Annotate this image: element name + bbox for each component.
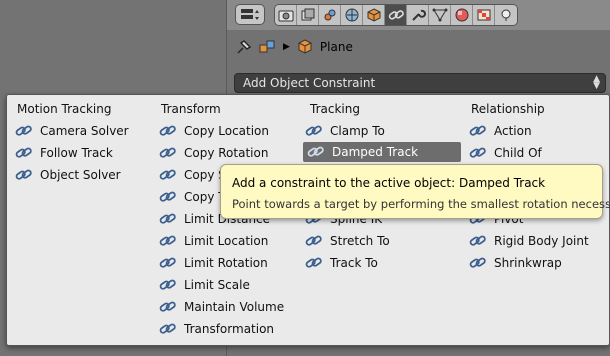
chain-link-icon <box>159 125 176 136</box>
tab-material[interactable] <box>451 5 473 25</box>
chain-link-icon <box>469 125 486 136</box>
layers-icon <box>301 8 314 21</box>
menu-item-shrinkwrap[interactable]: Shrinkwrap <box>469 253 562 273</box>
menu-item-copy-transforms[interactable]: Copy T <box>159 187 226 207</box>
camera-icon <box>278 10 293 22</box>
tooltip-title-value: Damped Track <box>458 176 546 190</box>
tooltip-title-prefix: Add a constraint to the active object: <box>232 176 456 190</box>
menu-item-clamp-to[interactable]: Clamp To <box>305 121 385 141</box>
world-icon <box>345 8 358 22</box>
tab-object[interactable] <box>363 5 385 25</box>
menu-item-damped-track[interactable]: Damped Track <box>303 142 461 162</box>
mesh-data-icon <box>432 8 447 22</box>
chain-link-icon <box>159 279 176 290</box>
tab-scene[interactable] <box>319 5 341 25</box>
column-title-relationship: Relationship <box>471 102 545 116</box>
object-name: Plane <box>319 40 353 54</box>
chain-link-icon <box>15 125 32 136</box>
tab-render-layers[interactable] <box>297 5 319 25</box>
column-title-tracking: Tracking <box>310 102 360 116</box>
pin-icon[interactable] <box>235 39 253 55</box>
cube-icon <box>298 39 312 54</box>
chain-link-icon <box>305 257 322 268</box>
menu-item-limit-rotation[interactable]: Limit Rotation <box>159 253 268 273</box>
properties-header <box>227 0 610 30</box>
chain-link-icon <box>159 147 176 158</box>
chain-link-icon <box>15 169 32 180</box>
menu-item-limit-scale[interactable]: Limit Scale <box>159 275 250 295</box>
context-tabs <box>274 4 518 26</box>
menu-item-copy-rotation[interactable]: Copy Rotation <box>159 143 268 163</box>
chain-link-icon <box>159 213 176 224</box>
constraint-menu: Motion Tracking Camera Solver Follow Tra… <box>6 94 610 346</box>
dropdown-arrows-icon: ▲ ▼ <box>593 74 600 91</box>
texture-icon <box>477 9 490 21</box>
menu-item-copy-scale[interactable]: Copy S <box>159 165 226 185</box>
tab-data[interactable] <box>429 5 451 25</box>
chain-link-icon <box>159 191 176 202</box>
tooltip-description: Point towards a target by performing the… <box>232 197 610 211</box>
chain-link-icon <box>159 235 176 246</box>
chain-link-icon <box>388 10 404 20</box>
context-path: ▶ Plane <box>227 34 610 60</box>
menu-item-action[interactable]: Action <box>469 121 532 141</box>
path-separator-icon: ▶ <box>283 42 290 52</box>
menu-item-object-solver[interactable]: Object Solver <box>15 165 121 185</box>
tab-texture[interactable] <box>473 5 495 25</box>
chain-link-icon <box>469 147 486 158</box>
tooltip-title: Add a constraint to the active object: D… <box>232 176 545 190</box>
cube-icon <box>367 8 380 22</box>
add-constraint-label: Add Object Constraint <box>243 76 376 90</box>
tab-world[interactable] <box>341 5 363 25</box>
chain-link-icon <box>469 257 486 268</box>
editor-type-icon <box>241 8 259 20</box>
chain-link-icon <box>305 235 322 246</box>
chain-link-icon <box>469 235 486 246</box>
menu-item-track-to[interactable]: Track To <box>305 253 378 273</box>
wrench-icon <box>411 9 426 21</box>
menu-item-rigid-body-joint[interactable]: Rigid Body Joint <box>469 231 589 251</box>
menu-item-camera-solver[interactable]: Camera Solver <box>15 121 129 141</box>
editor-type-button[interactable] <box>235 4 265 25</box>
column-title-transform: Transform <box>161 102 221 116</box>
add-object-constraint-button[interactable]: Add Object Constraint ▲ ▼ <box>234 73 606 93</box>
chain-link-icon <box>159 257 176 268</box>
menu-item-stretch-to[interactable]: Stretch To <box>305 231 390 251</box>
object-data-icon <box>259 40 275 53</box>
chain-link-icon <box>159 301 176 312</box>
tooltip: Add a constraint to the active object: D… <box>220 164 610 219</box>
menu-item-transformation[interactable]: Transformation <box>159 319 274 339</box>
menu-item-limit-location[interactable]: Limit Location <box>159 231 268 251</box>
tab-particles[interactable] <box>495 5 517 25</box>
scene-icon <box>324 9 335 21</box>
chain-link-icon <box>159 323 176 334</box>
tab-constraints[interactable] <box>385 5 407 25</box>
chain-link-icon <box>307 146 324 157</box>
chain-link-icon <box>15 147 32 158</box>
material-icon <box>455 8 468 22</box>
menu-item-copy-location[interactable]: Copy Location <box>159 121 269 141</box>
column-title-motion-tracking: Motion Tracking <box>17 102 112 116</box>
menu-item-follow-track[interactable]: Follow Track <box>15 143 113 163</box>
chain-link-icon <box>159 169 176 180</box>
chain-link-icon <box>305 125 322 136</box>
menu-item-maintain-volume[interactable]: Maintain Volume <box>159 297 284 317</box>
tab-modifiers[interactable] <box>407 5 429 25</box>
menu-item-child-of[interactable]: Child Of <box>469 143 542 163</box>
tab-render[interactable] <box>275 5 297 25</box>
particles-icon <box>501 9 511 21</box>
